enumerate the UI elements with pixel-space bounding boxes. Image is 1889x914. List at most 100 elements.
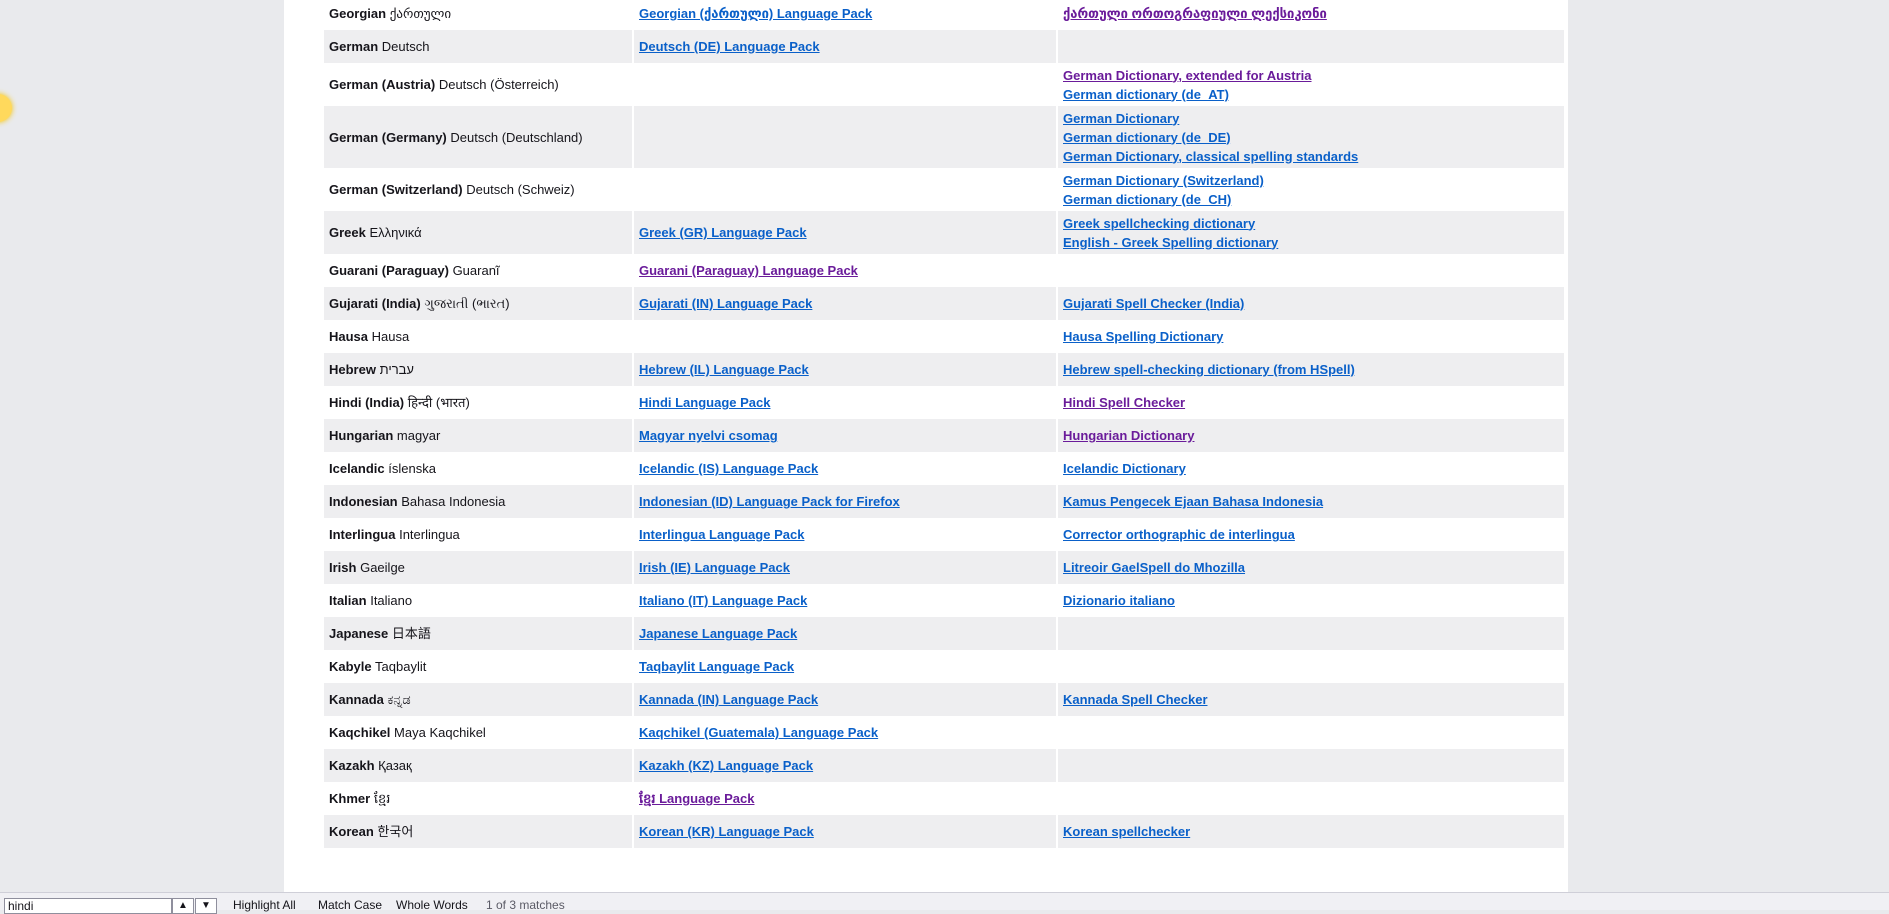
language-pack-link[interactable]: Italiano (IT) Language Pack xyxy=(639,591,1051,610)
match-case-checkbox[interactable]: Match Case xyxy=(318,898,382,912)
dictionary-link[interactable]: German dictionary (de_AT) xyxy=(1063,85,1559,104)
language-cell: Gujarati (India) ગુજરાતી (ભારત) xyxy=(324,287,632,320)
language-pack-link[interactable]: ខ្មែរ Language Pack xyxy=(639,789,1051,808)
dictionary-link[interactable]: Litreoir GaelSpell do Mhozilla xyxy=(1063,558,1559,577)
language-name: Kabyle xyxy=(329,659,372,674)
dictionary-link[interactable]: Korean spellchecker xyxy=(1063,822,1559,841)
language-pack-link[interactable]: Kazakh (KZ) Language Pack xyxy=(639,756,1051,775)
page-content: Georgian ქართული Georgian (ქართული) Langu… xyxy=(284,0,1568,892)
language-cell: Khmer ខ្មែរ xyxy=(324,782,632,815)
language-native-name: ગુજરાતી (ભારત) xyxy=(424,296,510,311)
dictionary-link[interactable]: Corrector orthographic de interlingua xyxy=(1063,525,1559,544)
dictionary-link[interactable]: Gujarati Spell Checker (India) xyxy=(1063,294,1559,313)
language-native-name: Deutsch xyxy=(381,39,430,54)
language-cell: Hausa Hausa xyxy=(324,320,632,353)
find-previous-button[interactable]: ▲ xyxy=(172,898,194,914)
language-pack-link[interactable]: Irish (IE) Language Pack xyxy=(639,558,1051,577)
dictionary-link[interactable]: German dictionary (de_CH) xyxy=(1063,190,1559,209)
language-native-name: 日本語 xyxy=(391,626,431,641)
language-pack-link[interactable]: Indonesian (ID) Language Pack for Firefo… xyxy=(639,492,1051,511)
language-pack-link[interactable]: Interlingua Language Pack xyxy=(639,525,1051,544)
language-native-name: Taqbaylit xyxy=(375,659,427,674)
dictionary-link[interactable]: Hebrew spell-checking dictionary (from H… xyxy=(1063,360,1559,379)
highlight-all-checkbox[interactable]: Highlight All xyxy=(233,898,296,912)
language-name: German (Switzerland) xyxy=(329,182,463,197)
language-pack-link[interactable]: Georgian (ქართული) Language Pack xyxy=(639,4,1051,23)
language-pack-cell: Icelandic (IS) Language Pack xyxy=(634,452,1056,485)
whole-words-checkbox[interactable]: Whole Words xyxy=(396,898,468,912)
dictionary-link[interactable]: German Dictionary, classical spelling st… xyxy=(1063,147,1559,166)
language-name: Interlingua xyxy=(329,527,396,542)
language-pack-cell: Greek (GR) Language Pack xyxy=(634,211,1056,254)
dictionary-cell: Dizionario italiano xyxy=(1058,584,1564,617)
language-pack-link[interactable]: Guarani (Paraguay) Language Pack xyxy=(639,261,1051,280)
find-next-button[interactable]: ▼ xyxy=(195,898,217,914)
language-name: Kazakh xyxy=(329,758,375,773)
dictionary-cell: Icelandic Dictionary xyxy=(1058,452,1564,485)
language-native-name: Hausa xyxy=(371,329,410,344)
table-row: Indonesian Bahasa Indonesia Indonesian (I… xyxy=(324,485,1564,518)
language-pack-link[interactable]: Magyar nyelvi csomag xyxy=(639,426,1051,445)
dictionary-link[interactable]: Kamus Pengecek Ejaan Bahasa Indonesia xyxy=(1063,492,1559,511)
language-native-name: íslenska xyxy=(388,461,436,476)
table-row: Interlingua Interlingua Interlingua Langu… xyxy=(324,518,1564,551)
language-pack-link[interactable]: Hindi Language Pack xyxy=(639,393,1051,412)
language-cell: Kabyle Taqbaylit xyxy=(324,650,632,683)
dictionary-cell: German Dictionary, extended for Austria G… xyxy=(1058,63,1564,106)
language-pack-cell: Interlingua Language Pack xyxy=(634,518,1056,551)
dictionary-link[interactable]: Greek spellchecking dictionary xyxy=(1063,214,1559,233)
language-name: Irish xyxy=(329,560,357,575)
dictionary-cell: Hindi Spell Checker xyxy=(1058,386,1564,419)
dictionary-link[interactable]: Icelandic Dictionary xyxy=(1063,459,1559,478)
language-native-name: ქართული xyxy=(389,6,452,21)
language-pack-link[interactable]: Kannada (IN) Language Pack xyxy=(639,690,1051,709)
find-input[interactable]: hindi xyxy=(4,898,172,914)
language-pack-cell: Korean (KR) Language Pack xyxy=(634,815,1056,848)
language-cell: German Deutsch xyxy=(324,30,632,63)
language-pack-link[interactable]: Taqbaylit Language Pack xyxy=(639,657,1051,676)
dictionary-link[interactable]: Hungarian Dictionary xyxy=(1063,426,1559,445)
language-pack-link[interactable]: Greek (GR) Language Pack xyxy=(639,223,1051,242)
dictionary-link[interactable]: German Dictionary, extended for Austria xyxy=(1063,66,1559,85)
table-row: Kabyle Taqbaylit Taqbaylit Language Pack xyxy=(324,650,1564,683)
language-native-name: 한국어 xyxy=(377,824,414,839)
dictionary-link[interactable]: Hausa Spelling Dictionary xyxy=(1063,327,1559,346)
dictionary-link[interactable]: English - Greek Spelling dictionary xyxy=(1063,233,1559,252)
dictionary-cell: Gujarati Spell Checker (India) xyxy=(1058,287,1564,320)
language-native-name: Deutsch (Österreich) xyxy=(438,77,559,92)
language-pack-cell xyxy=(634,168,1056,211)
language-native-name: Gaeilge xyxy=(360,560,405,575)
language-name: Icelandic xyxy=(329,461,385,476)
find-status: 1 of 3 matches xyxy=(486,898,565,912)
language-native-name: ខ្មែរ xyxy=(373,791,391,806)
dictionary-link[interactable]: German Dictionary xyxy=(1063,109,1559,128)
language-native-name: ಕನ್ನಡ xyxy=(387,692,411,707)
dictionary-link[interactable]: Kannada Spell Checker xyxy=(1063,690,1559,709)
dictionary-link[interactable]: Dizionario italiano xyxy=(1063,591,1559,610)
dictionary-link[interactable]: German Dictionary (Switzerland) xyxy=(1063,171,1559,190)
language-cell: Hebrew עברית xyxy=(324,353,632,386)
language-pack-link[interactable]: Kaqchikel (Guatemala) Language Pack xyxy=(639,723,1051,742)
language-cell: Interlingua Interlingua xyxy=(324,518,632,551)
dictionary-link[interactable]: German dictionary (de_DE) xyxy=(1063,128,1559,147)
language-pack-link[interactable]: Deutsch (DE) Language Pack xyxy=(639,37,1051,56)
dictionary-cell: Hebrew spell-checking dictionary (from H… xyxy=(1058,353,1564,386)
language-name: Korean xyxy=(329,824,374,839)
language-pack-link[interactable]: Hebrew (IL) Language Pack xyxy=(639,360,1051,379)
language-pack-cell: Kaqchikel (Guatemala) Language Pack xyxy=(634,716,1056,749)
language-cell: Kaqchikel Maya Kaqchikel xyxy=(324,716,632,749)
language-name: Greek xyxy=(329,225,366,240)
language-pack-link[interactable]: Gujarati (IN) Language Pack xyxy=(639,294,1051,313)
language-name: German (Austria) xyxy=(329,77,436,92)
dictionary-link[interactable]: ქართული ორთოგრაფიული ლექსიკონი xyxy=(1063,4,1559,23)
dictionary-cell: German Dictionary German dictionary (de_D… xyxy=(1058,106,1564,168)
language-pack-link[interactable]: Japanese Language Pack xyxy=(639,624,1051,643)
dictionary-link[interactable]: Hindi Spell Checker xyxy=(1063,393,1559,412)
language-pack-link[interactable]: Icelandic (IS) Language Pack xyxy=(639,459,1051,478)
language-pack-link[interactable]: Korean (KR) Language Pack xyxy=(639,822,1051,841)
language-name: Kannada xyxy=(329,692,384,707)
language-pack-cell: Irish (IE) Language Pack xyxy=(634,551,1056,584)
language-pack-cell: Hebrew (IL) Language Pack xyxy=(634,353,1056,386)
language-pack-cell xyxy=(634,63,1056,106)
dictionary-cell: Korean spellchecker xyxy=(1058,815,1564,848)
